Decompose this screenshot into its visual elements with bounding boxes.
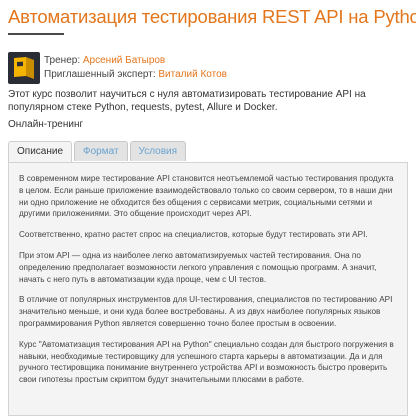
description-paragraph: Курс "Автоматизация тестирования API на … xyxy=(19,339,394,385)
trainer-label: Тренер: xyxy=(44,55,83,66)
tab-panel-description: В современном мире тестирование API стан… xyxy=(8,162,408,416)
page-title: Автоматизация тестирования REST API на P… xyxy=(8,6,416,27)
tab-bar: Описание Формат Условия xyxy=(8,141,188,163)
expert-name-link[interactable]: Виталий Котов xyxy=(158,69,227,80)
trainer-name-link[interactable]: Арсений Батыров xyxy=(83,55,165,66)
tab-format[interactable]: Формат xyxy=(74,141,128,161)
tab-description[interactable]: Описание xyxy=(8,141,73,163)
trainer-line: Тренер: Арсений Батыров xyxy=(44,55,165,66)
description-paragraph: В современном мире тестирование API стан… xyxy=(19,174,394,219)
course-lead: Этот курс позволит научиться с нуля авто… xyxy=(8,89,366,113)
course-format: Онлайн-тренинг xyxy=(8,119,84,130)
expert-line: Приглашенный эксперт: Виталий Котов xyxy=(44,69,227,80)
description-paragraph: В отличие от популярных инструментов для… xyxy=(19,295,393,328)
course-badge-icon xyxy=(8,52,40,84)
title-underline xyxy=(8,33,64,35)
description-paragraph: При этом API — одна из наиболее легко ав… xyxy=(19,250,377,284)
description-paragraph: Соответственно, кратно растет спрос на с… xyxy=(19,230,368,240)
tab-conditions[interactable]: Условия xyxy=(129,141,187,161)
expert-label: Приглашенный эксперт: xyxy=(44,69,159,80)
